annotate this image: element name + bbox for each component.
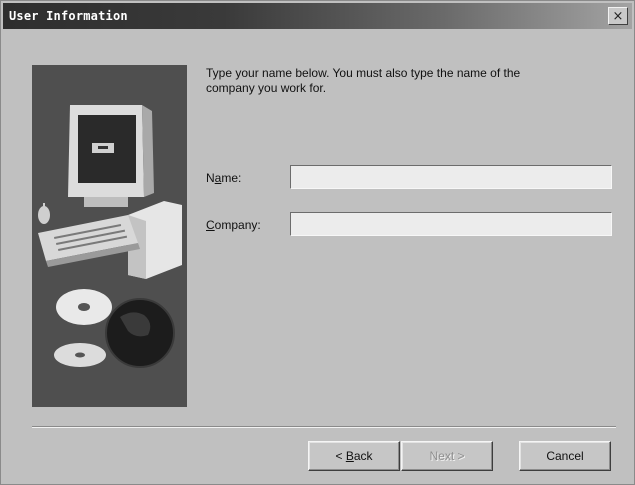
setup-illustration [32,65,187,407]
company-label-accelerator: C [206,218,215,232]
cancel-button[interactable]: Cancel [519,441,611,471]
back-button-prefix: < [335,449,346,463]
close-icon: × [612,8,624,24]
name-label-pre: N [206,171,215,185]
name-input[interactable] [290,165,612,189]
close-button[interactable]: × [608,7,628,25]
window-title: User Information [9,9,128,23]
next-button[interactable]: Next > [401,441,493,471]
setup-dialog: User Information × Type your name below.… [0,0,635,485]
company-label: Company: [206,218,261,232]
name-label-post: me: [221,171,242,185]
instructions-text: Type your name below. You must also type… [206,66,606,96]
name-label: Name: [206,171,241,185]
title-bar[interactable]: User Information × [3,3,632,29]
company-input[interactable] [290,212,612,236]
back-button-rest: ack [353,449,373,463]
back-button-accelerator: B [345,449,354,463]
back-button[interactable]: < Back [308,441,400,471]
computer-illustration-icon [32,65,187,407]
instructions-line-2: company you work for. [206,81,327,95]
instructions-line-1: Type your name below. You must also type… [206,66,521,80]
company-label-post: ompany: [214,218,261,232]
footer-divider [32,426,616,428]
